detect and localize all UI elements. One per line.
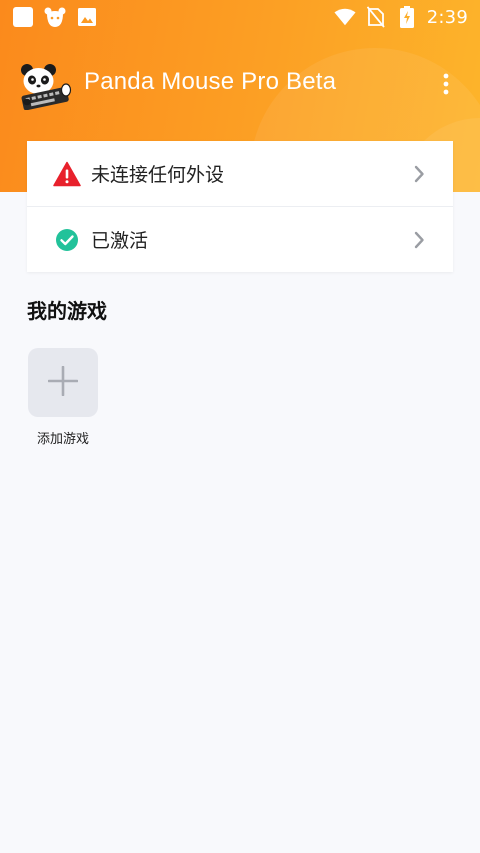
activation-status-row[interactable]: 已激活 bbox=[27, 207, 453, 272]
chevron-right-icon bbox=[411, 229, 427, 251]
warning-icon bbox=[53, 160, 81, 188]
add-game-label: 添加游戏 bbox=[36, 432, 89, 447]
chevron-right-icon bbox=[411, 163, 427, 185]
square-icon bbox=[12, 6, 34, 28]
status-card: 未连接任何外设 已激活 bbox=[27, 141, 453, 272]
peripheral-status-label: 未连接任何外设 bbox=[91, 164, 225, 186]
status-bar: 2:39 bbox=[0, 0, 480, 34]
check-circle-icon bbox=[53, 226, 81, 254]
panda-logo-icon bbox=[18, 62, 72, 111]
more-vert-icon[interactable] bbox=[430, 68, 462, 100]
my-games-title: 我的游戏 bbox=[27, 299, 107, 323]
image-icon bbox=[76, 6, 98, 28]
battery-charging-icon bbox=[396, 6, 418, 28]
activation-status-label: 已激活 bbox=[91, 230, 149, 252]
no-sim-icon bbox=[365, 6, 387, 28]
add-game-button[interactable] bbox=[28, 348, 98, 417]
clock: 2:39 bbox=[426, 6, 468, 28]
app-title: Panda Mouse Pro Beta bbox=[84, 68, 337, 95]
plus-icon bbox=[47, 365, 79, 400]
wifi-icon bbox=[334, 6, 356, 28]
bear-icon bbox=[44, 6, 66, 28]
peripheral-status-row[interactable]: 未连接任何外设 bbox=[27, 141, 453, 206]
app-bar: Panda Mouse Pro Beta bbox=[0, 56, 480, 112]
